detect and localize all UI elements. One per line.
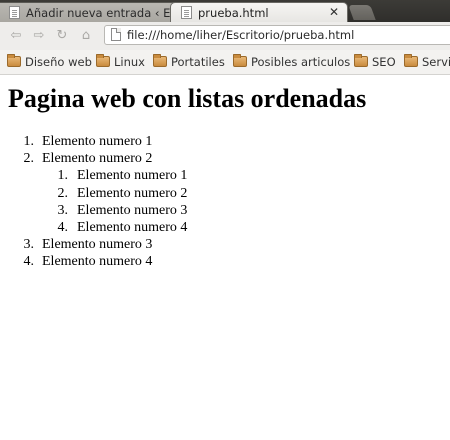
bookmark-label: SEO — [372, 55, 396, 69]
browser-window: Añadir nueva entrada ‹ El prueba.html ✕ … — [0, 0, 450, 440]
list-text: Elemento numero 2 — [42, 151, 153, 167]
tab-strip: Añadir nueva entrada ‹ El prueba.html ✕ — [0, 0, 450, 22]
tab-title: prueba.html — [198, 6, 269, 20]
home-icon: ⌂ — [81, 28, 91, 43]
address-bar[interactable]: file:///home/liher/Escritorio/prueba.htm… — [104, 25, 450, 45]
list-text: Elemento numero 4 — [42, 254, 153, 270]
page-heading: Pagina web con listas ordenadas — [8, 84, 367, 113]
page-viewport: Pagina web con listas ordenadas 1. Eleme… — [0, 75, 450, 440]
bookmark-label: Diseño web — [25, 55, 92, 69]
list-text: Elemento numero 3 — [42, 237, 153, 253]
arrow-left-icon: ⇦ — [10, 28, 22, 43]
page-icon — [9, 6, 20, 19]
reload-icon: ↻ — [56, 28, 68, 43]
navigation-toolbar: ⇦ ⇨ ↻ ⌂ file:///home/liher/Escritorio/pr… — [0, 22, 450, 51]
bookmarks-bar: Diseño web Linux Portatiles Posibles art… — [0, 50, 450, 75]
url-text[interactable]: file:///home/liher/Escritorio/prueba.htm… — [127, 28, 354, 42]
list-number: 4. — [23, 254, 35, 270]
file-icon — [111, 28, 121, 41]
folder-icon — [7, 54, 21, 67]
list-text: Elemento numero 1 — [42, 134, 153, 149]
close-tab-icon[interactable]: ✕ — [329, 5, 339, 19]
bookmark-label: Linux — [114, 55, 145, 69]
back-button[interactable]: ⇦ — [7, 27, 25, 45]
folder-icon — [153, 54, 167, 67]
list-number: 3. — [23, 237, 35, 253]
bookmark-label: Portatiles — [171, 55, 225, 69]
list-number: 1. — [57, 168, 69, 184]
folder-icon — [404, 54, 418, 67]
page-icon — [181, 6, 192, 19]
list-text: Elemento numero 3 — [77, 202, 188, 218]
bookmark-label: Servi — [422, 55, 450, 69]
new-tab-button[interactable] — [348, 5, 376, 20]
tab-title: Añadir nueva entrada ‹ El — [26, 6, 174, 20]
list-number: 2. — [57, 185, 69, 201]
list-number: 4. — [57, 219, 69, 235]
list-number: 3. — [57, 202, 69, 218]
reload-button[interactable]: ↻ — [53, 27, 71, 45]
folder-icon — [96, 54, 110, 67]
bookmark-label: Posibles articulos — [251, 55, 351, 69]
folder-icon — [233, 54, 247, 67]
arrow-right-icon: ⇨ — [33, 28, 45, 43]
tab-prueba-html[interactable]: prueba.html ✕ — [170, 2, 348, 22]
list-number: 1. — [23, 134, 35, 149]
folder-icon — [354, 54, 368, 67]
home-button[interactable]: ⌂ — [77, 27, 95, 45]
list-text: Elemento numero 4 — [77, 219, 188, 235]
tab-anadir-nueva-entrada[interactable]: Añadir nueva entrada ‹ El — [0, 2, 178, 22]
list-number: 2. — [23, 151, 35, 167]
list-text: Elemento numero 2 — [77, 185, 188, 201]
list-text: Elemento numero 1 — [77, 168, 188, 184]
forward-button[interactable]: ⇨ — [30, 27, 48, 45]
